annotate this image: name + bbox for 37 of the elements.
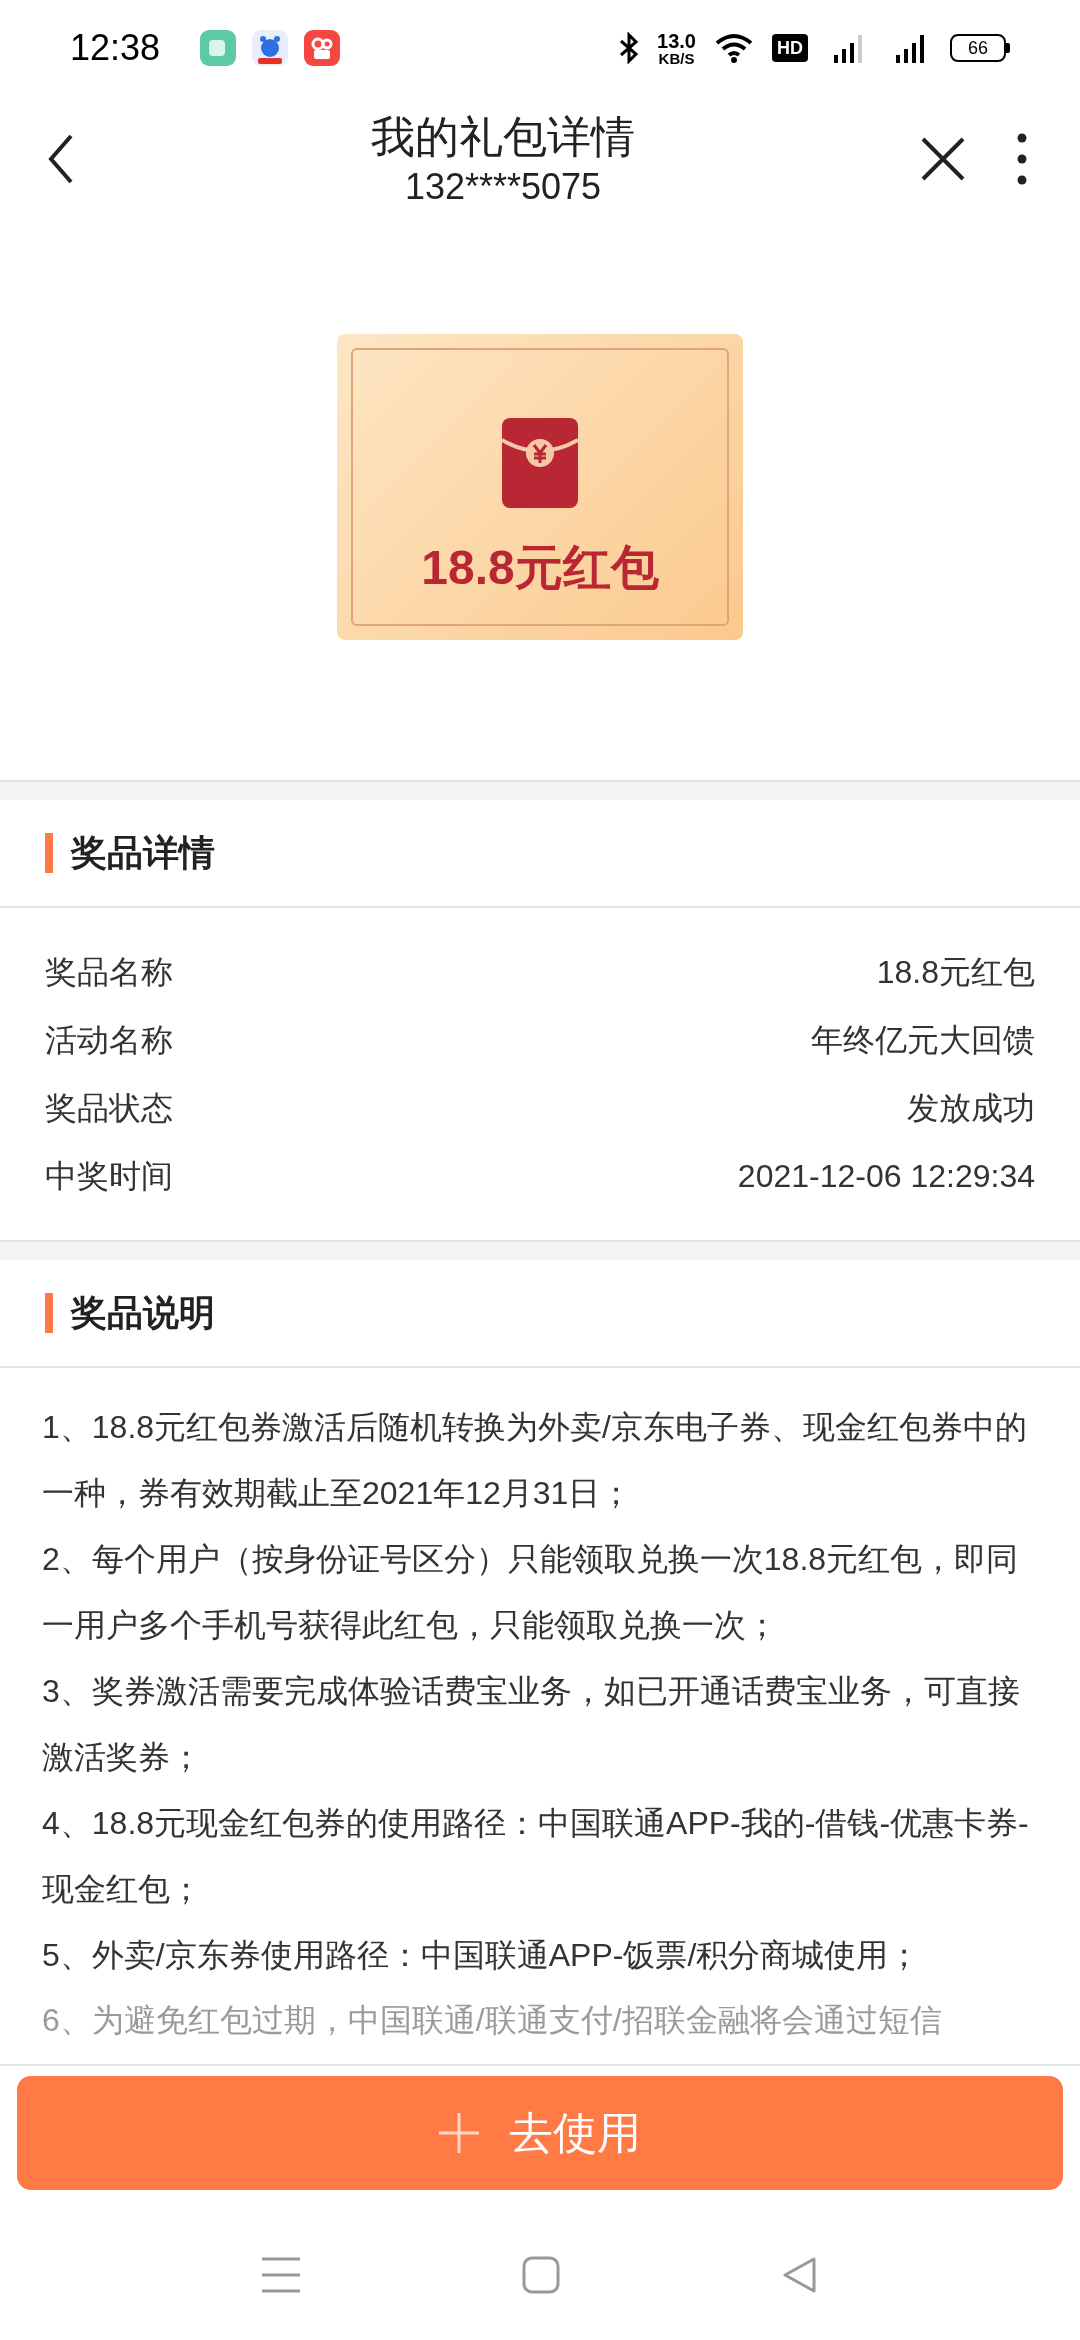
page-title: 我的礼包详情: [371, 111, 635, 163]
envelope-icon: [502, 418, 578, 508]
field-label: 奖品状态: [45, 1089, 173, 1128]
wifi-icon: [714, 33, 754, 63]
home-icon[interactable]: [522, 2256, 560, 2294]
field-value: 2021-12-06 12:29:34: [737, 1157, 1035, 1196]
battery-indicator: 66: [950, 34, 1006, 62]
rule-text: 5、外卖/京东券使用路径：中国联通APP-饭票/积分商城使用；: [42, 1936, 922, 1975]
field-label: 活动名称: [45, 1021, 173, 1060]
phone-number: 132****5075: [404, 165, 602, 209]
app-icon: [200, 30, 237, 66]
accent-bar: [45, 833, 53, 873]
plus-icon: [439, 2113, 479, 2153]
field-value: 发放成功: [907, 1089, 1035, 1128]
rule-text: 4、18.8元现金红包券的使用路径：中国联通APP-我的-借钱-优惠卡券-现金红包；: [42, 1804, 1030, 1909]
status-time: 12:38: [70, 26, 161, 70]
network-speed: 13.0: [657, 30, 696, 51]
menu-icon[interactable]: [262, 2257, 300, 2293]
field-value: 18.8元红包: [876, 953, 1035, 992]
bluetooth-icon: [619, 32, 640, 64]
accent-bar: [45, 1293, 53, 1333]
network-speed-unit: KB/S: [658, 50, 695, 66]
back-icon[interactable]: [782, 2256, 818, 2294]
rule-text: 2、每个用户（按身份证号区分）只能领取兑换一次18.8元红包，即同一用户多个手机号获得此红包，只能领取兑换一次；: [42, 1540, 1020, 1645]
hd-badge: HD: [772, 34, 808, 62]
rule-text: 6、为避免红包过期，中国联通/联通支付/招联金融将会通过短信: [42, 2001, 943, 2040]
rule-text: 3、奖券激活需要完成体验话费宝业务，如已开通话费宝业务，可直接激活奖券；: [42, 1672, 1021, 1777]
prize-name: 18.8元红包: [421, 540, 659, 596]
field-value: 年终亿元大回馈: [811, 1021, 1035, 1060]
paw-app-icon: [252, 30, 289, 66]
section-title: 奖品详情: [71, 831, 215, 875]
field-label: 中奖时间: [45, 1157, 173, 1196]
section-title: 奖品说明: [71, 1291, 215, 1335]
camera-app-icon: [304, 30, 341, 66]
rule-text: 1、18.8元红包券激活后随机转换为外卖/京东电子券、现金红包券中的一种，券有效期截止至2021年12月31日；: [42, 1408, 1028, 1513]
use-button[interactable]: 去使用: [17, 2076, 1063, 2190]
field-label: 奖品名称: [45, 953, 173, 992]
